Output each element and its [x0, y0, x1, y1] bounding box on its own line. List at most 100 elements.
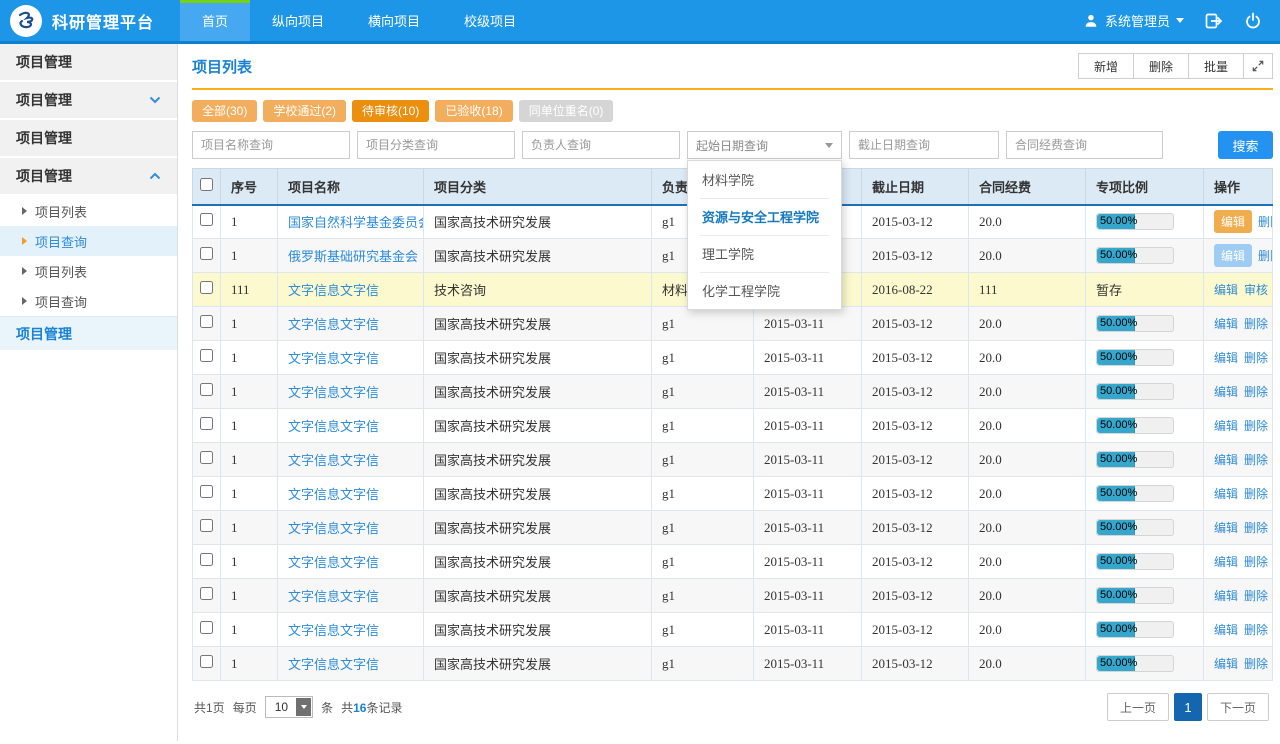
delete-action[interactable]: 删除 — [1244, 521, 1268, 535]
batch-button[interactable]: 批量 — [1188, 53, 1244, 79]
sidebar-group[interactable]: 项目管理 — [0, 158, 177, 196]
filter-tab[interactable]: 全部(30) — [192, 100, 257, 122]
row-checkbox[interactable] — [200, 349, 213, 362]
project-name-link[interactable]: 文字信息文字信 — [288, 385, 379, 400]
project-name-link[interactable]: 文字信息文字信 — [288, 589, 379, 604]
sidebar-group[interactable]: 项目管理 — [0, 82, 177, 120]
top-nav-item[interactable]: 纵向项目 — [250, 0, 346, 41]
project-category-search-input[interactable] — [357, 131, 515, 159]
delete-action[interactable]: 删除 — [1244, 555, 1268, 569]
delete-action[interactable]: 删除 — [1244, 317, 1268, 331]
end-date-cell: 2015-03-12 — [862, 613, 969, 647]
edit-action[interactable]: 编辑 — [1214, 244, 1252, 267]
checkbox-cell — [193, 239, 221, 273]
edit-action[interactable]: 编辑 — [1214, 453, 1238, 467]
audit-action[interactable]: 审核 — [1244, 283, 1268, 297]
row-checkbox[interactable] — [200, 587, 213, 600]
sidebar-group[interactable]: 项目管理 — [0, 44, 177, 82]
row-checkbox[interactable] — [200, 553, 213, 566]
row-checkbox[interactable] — [200, 621, 213, 634]
project-name-link[interactable]: 文字信息文字信 — [288, 521, 379, 536]
sidebar-group[interactable]: 项目管理 — [0, 316, 177, 352]
row-checkbox[interactable] — [200, 383, 213, 396]
filter-tab[interactable]: 待审核(10) — [352, 100, 429, 122]
exit-icon[interactable] — [1204, 12, 1224, 30]
sidebar-item[interactable]: 项目列表 — [0, 256, 177, 286]
search-button[interactable]: 搜索 — [1218, 131, 1273, 159]
per-page-select[interactable]: 10 — [265, 696, 313, 718]
power-icon[interactable] — [1244, 12, 1262, 30]
project-name-link[interactable]: 文字信息文字信 — [288, 419, 379, 434]
delete-action[interactable]: 删除 — [1244, 589, 1268, 603]
top-nav-item[interactable]: 首页 — [180, 0, 250, 41]
sidebar-item[interactable]: 项目列表 — [0, 196, 177, 226]
prev-page-button[interactable]: 上一页 — [1107, 693, 1169, 721]
start-date-select[interactable]: 起始日期查询 — [687, 131, 842, 159]
row-checkbox[interactable] — [200, 451, 213, 464]
funds-search-input[interactable] — [1006, 131, 1163, 159]
delete-button[interactable]: 删除 — [1133, 53, 1189, 79]
delete-action[interactable]: 删除 — [1244, 487, 1268, 501]
project-name-link[interactable]: 俄罗斯基础研究基金会 — [288, 249, 418, 264]
project-name-link[interactable]: 文字信息文字信 — [288, 351, 379, 366]
edit-action[interactable]: 编辑 — [1214, 589, 1238, 603]
delete-action[interactable]: 删除 — [1258, 215, 1272, 229]
project-name-link[interactable]: 文字信息文字信 — [288, 317, 379, 332]
project-name-link[interactable]: 文字信息文字信 — [288, 555, 379, 570]
top-nav-item[interactable]: 横向项目 — [346, 0, 442, 41]
sidebar-item[interactable]: 项目查询 — [0, 286, 177, 316]
current-page-button[interactable]: 1 — [1174, 693, 1202, 721]
row-checkbox[interactable] — [200, 485, 213, 498]
edit-action[interactable]: 编辑 — [1214, 419, 1238, 433]
project-name-link[interactable]: 文字信息文字信 — [288, 283, 379, 298]
edit-action[interactable]: 编辑 — [1214, 317, 1238, 331]
dropdown-option[interactable]: 理工学院 — [688, 235, 841, 272]
edit-action[interactable]: 编辑 — [1214, 555, 1238, 569]
edit-action[interactable]: 编辑 — [1214, 521, 1238, 535]
delete-action[interactable]: 删除 — [1244, 657, 1268, 671]
edit-action[interactable]: 编辑 — [1214, 283, 1238, 297]
dropdown-option[interactable]: 化学工程学院 — [688, 272, 841, 309]
filter-tab[interactable]: 学校通过(2) — [263, 100, 346, 122]
row-checkbox[interactable] — [200, 281, 213, 294]
dropdown-option[interactable]: 材料学院 — [688, 161, 841, 198]
expand-icon[interactable] — [1243, 53, 1273, 79]
delete-action[interactable]: 删除 — [1244, 623, 1268, 637]
project-name-search-input[interactable] — [192, 131, 350, 159]
edit-action[interactable]: 编辑 — [1214, 623, 1238, 637]
project-name-link[interactable]: 文字信息文字信 — [288, 453, 379, 468]
delete-action[interactable]: 删除 — [1244, 385, 1268, 399]
project-name-link[interactable]: 文字信息文字信 — [288, 657, 379, 672]
delete-action[interactable]: 删除 — [1244, 419, 1268, 433]
add-button[interactable]: 新增 — [1078, 53, 1134, 79]
delete-action[interactable]: 删除 — [1258, 249, 1272, 263]
edit-action[interactable]: 编辑 — [1214, 351, 1238, 365]
row-checkbox[interactable] — [200, 417, 213, 430]
sidebar-item[interactable]: 项目查询 — [0, 226, 177, 256]
user-menu[interactable]: 系统管理员 — [1083, 11, 1184, 30]
row-checkbox[interactable] — [200, 655, 213, 668]
dropdown-option[interactable]: 资源与安全工程学院 — [688, 198, 841, 235]
edit-action[interactable]: 编辑 — [1214, 210, 1252, 233]
top-nav-item[interactable]: 校级项目 — [442, 0, 538, 41]
end-date-search-input[interactable] — [849, 131, 999, 159]
leader-search-input[interactable] — [522, 131, 680, 159]
next-page-button[interactable]: 下一页 — [1207, 693, 1269, 721]
project-name-link[interactable]: 文字信息文字信 — [288, 487, 379, 502]
row-checkbox[interactable] — [200, 213, 213, 226]
delete-action[interactable]: 删除 — [1244, 453, 1268, 467]
project-name-link[interactable]: 国家自然科学基金委员会 — [288, 215, 424, 230]
select-all-checkbox[interactable] — [200, 178, 213, 191]
edit-action[interactable]: 编辑 — [1214, 487, 1238, 501]
delete-action[interactable]: 删除 — [1244, 351, 1268, 365]
filter-tab[interactable]: 同单位重名(0) — [519, 100, 614, 122]
table-row: 1文字信息文字信国家高技术研究发展g12015-03-112015-03-122… — [193, 511, 1273, 545]
row-checkbox[interactable] — [200, 247, 213, 260]
row-checkbox[interactable] — [200, 315, 213, 328]
edit-action[interactable]: 编辑 — [1214, 385, 1238, 399]
filter-tab[interactable]: 已验收(18) — [435, 100, 512, 122]
edit-action[interactable]: 编辑 — [1214, 657, 1238, 671]
project-name-link[interactable]: 文字信息文字信 — [288, 623, 379, 638]
sidebar-group[interactable]: 项目管理 — [0, 120, 177, 158]
row-checkbox[interactable] — [200, 519, 213, 532]
